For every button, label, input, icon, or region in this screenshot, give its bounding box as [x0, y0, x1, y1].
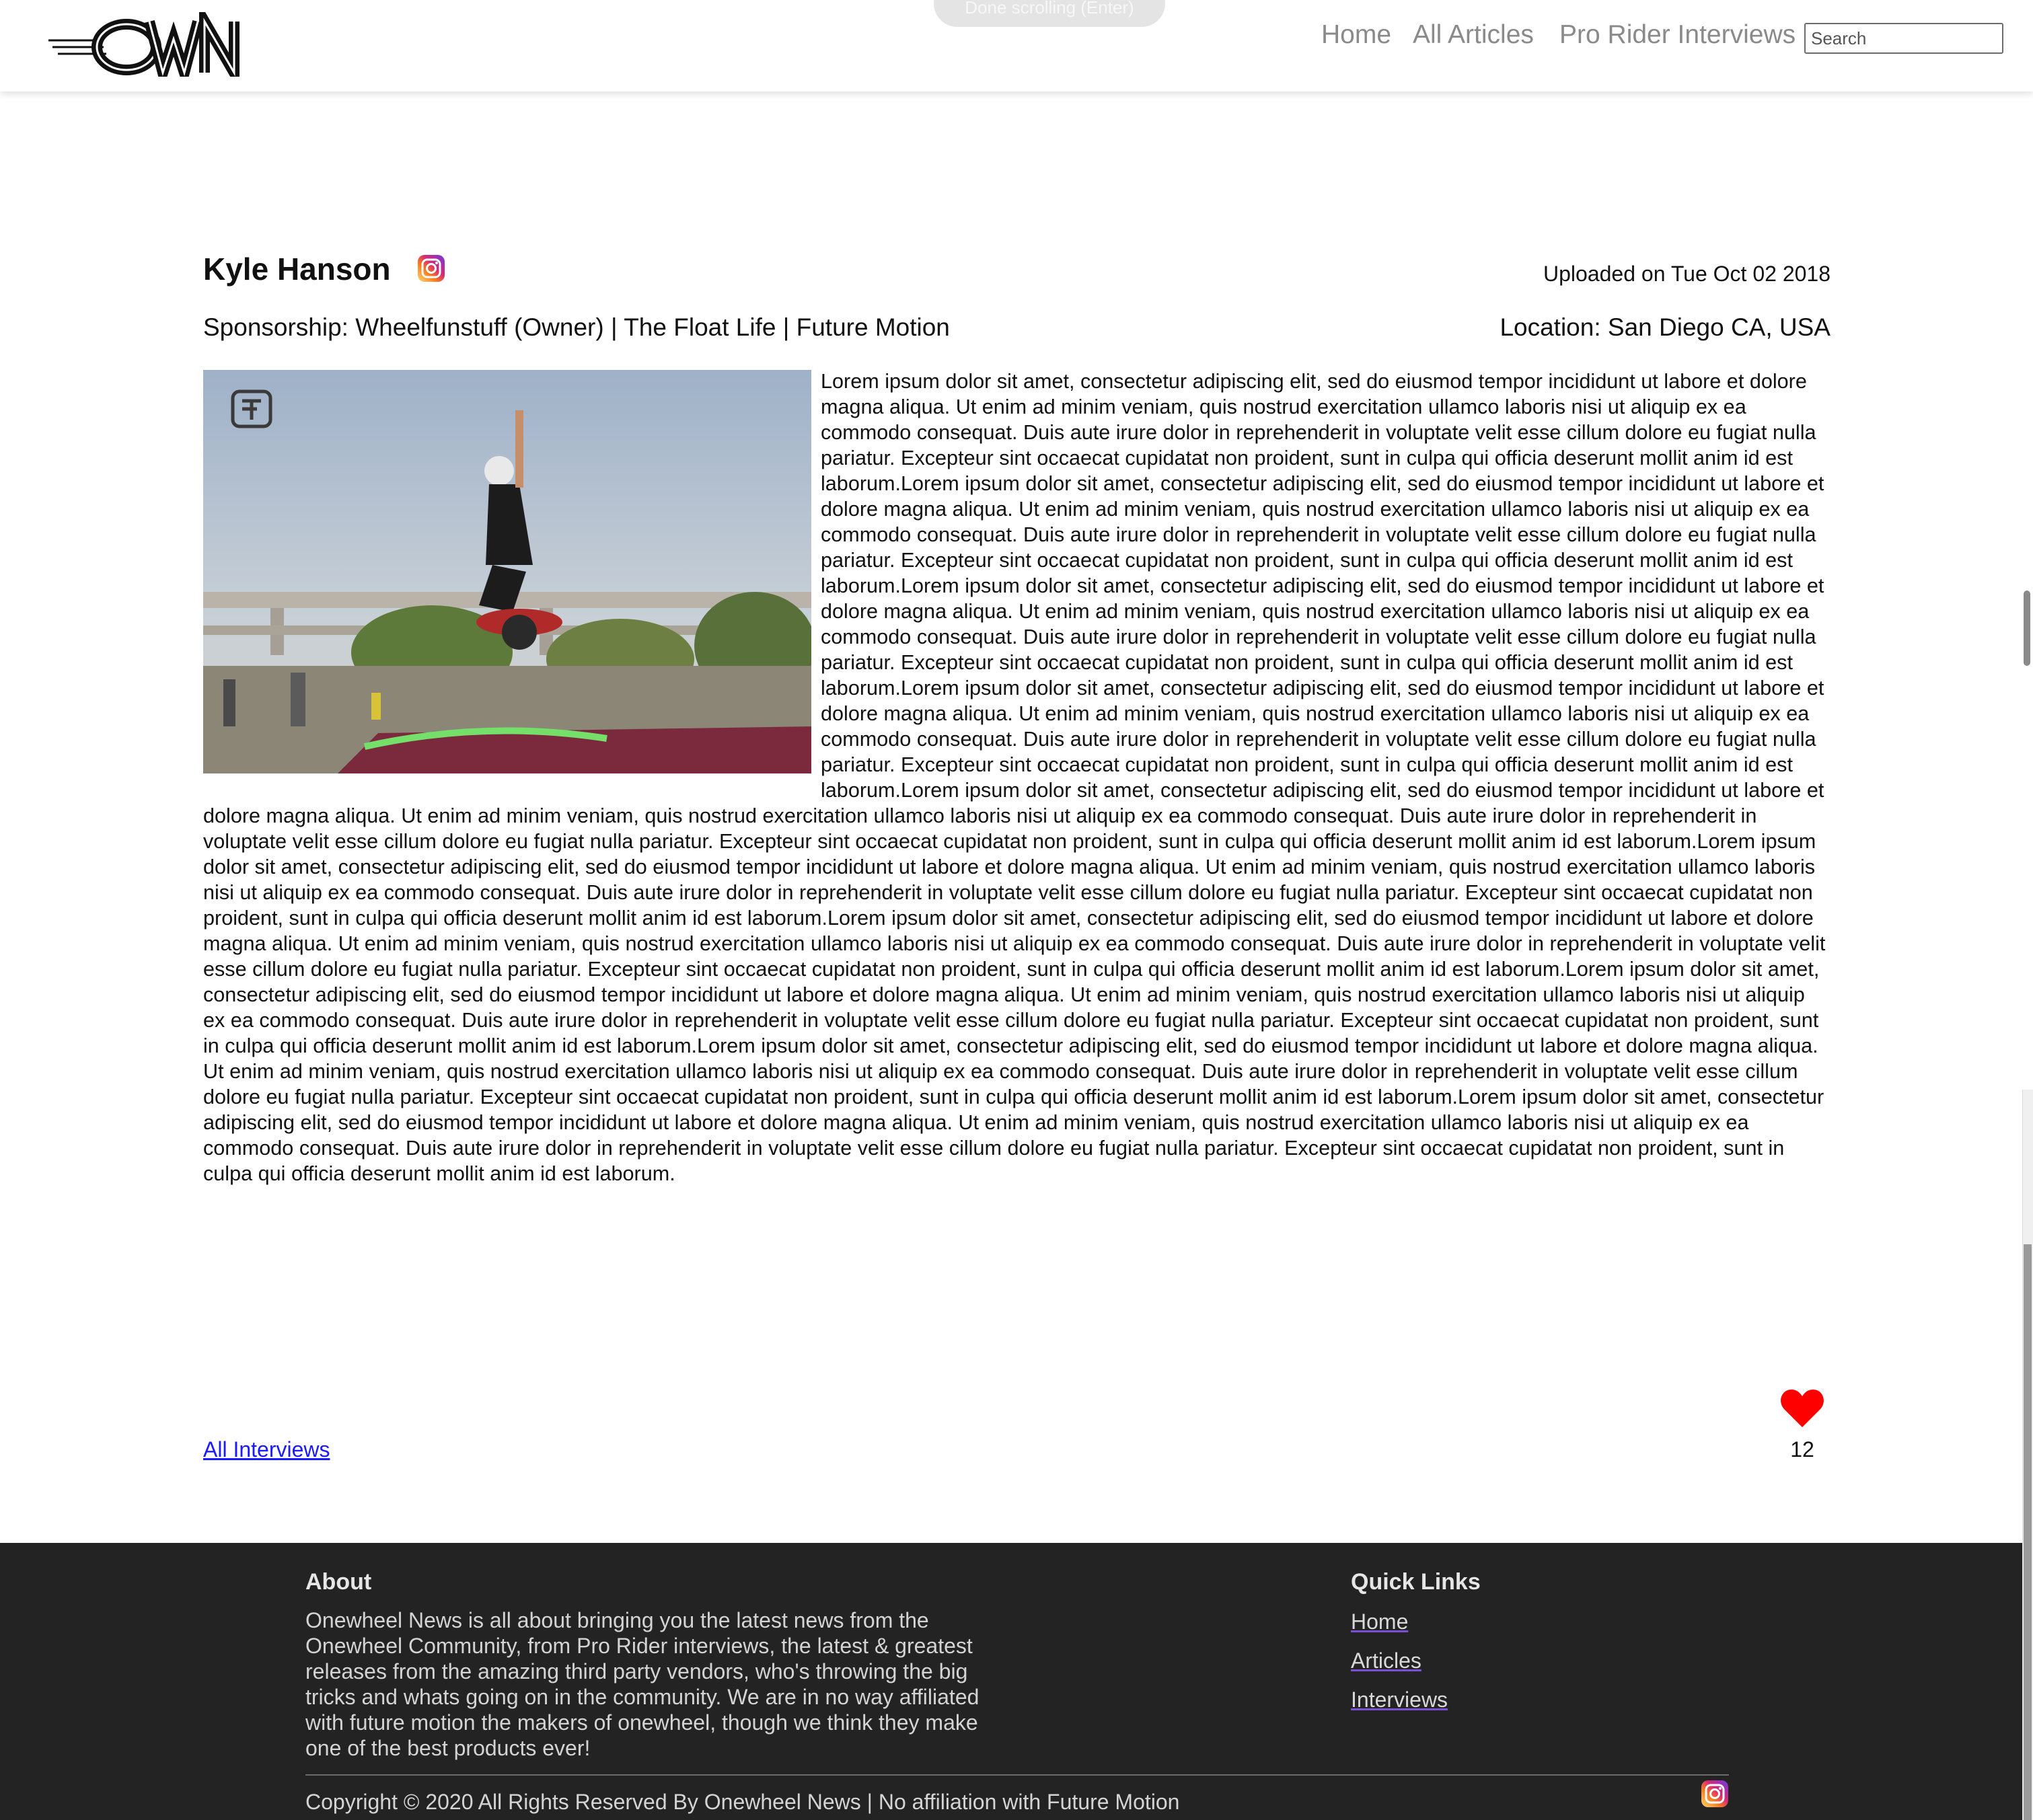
quick-links-title: Quick Links: [1351, 1569, 1481, 1595]
copyright: Copyright © 2020 All Rights Reserved By …: [305, 1790, 1180, 1814]
instagram-icon[interactable]: [417, 254, 445, 282]
own-logo[interactable]: [48, 12, 250, 77]
scrollbar-thumb-secondary[interactable]: [2024, 1244, 2032, 1820]
like-count: 12: [1790, 1437, 1814, 1462]
scroll-toast: Done scrolling (Enter): [934, 0, 1165, 27]
scrollbar-thumb[interactable]: [2024, 591, 2030, 666]
instagram-icon[interactable]: [1701, 1780, 1729, 1808]
sponsorship: Sponsorship: Wheelfunstuff (Owner) | The…: [203, 313, 950, 341]
interview-body: Lorem ipsum dolor sit amet, consectetur …: [203, 369, 1831, 1186]
nav-home-link[interactable]: Home: [1321, 15, 1391, 55]
upload-date: Uploaded on Tue Oct 02 2018: [1543, 262, 1831, 286]
nav-all-articles-link[interactable]: All Articles: [1413, 15, 1534, 55]
site-header: Done scrolling (Enter) Home All Articles…: [0, 0, 2033, 91]
about-title: About: [305, 1569, 372, 1595]
footer-interviews-link[interactable]: Interviews: [1351, 1685, 1448, 1714]
heart-icon[interactable]: [1780, 1388, 1824, 1429]
footer-home-link[interactable]: Home: [1351, 1607, 1408, 1636]
site-footer: About Onewheel News is all about bringin…: [0, 1543, 2033, 1820]
rider-name: Kyle Hanson: [203, 252, 391, 287]
about-text: Onewheel News is all about bringing you …: [305, 1608, 979, 1760]
footer-divider: [305, 1774, 1729, 1776]
search-input[interactable]: [1804, 23, 2003, 54]
rider-photo: [203, 370, 811, 773]
all-interviews-link[interactable]: All Interviews: [203, 1435, 330, 1464]
rider-location: Location: San Diego CA, USA: [1500, 313, 1831, 341]
footer-articles-link[interactable]: Articles: [1351, 1646, 1421, 1675]
nav-pro-rider-interviews-link[interactable]: Pro Rider Interviews: [1559, 15, 1796, 55]
